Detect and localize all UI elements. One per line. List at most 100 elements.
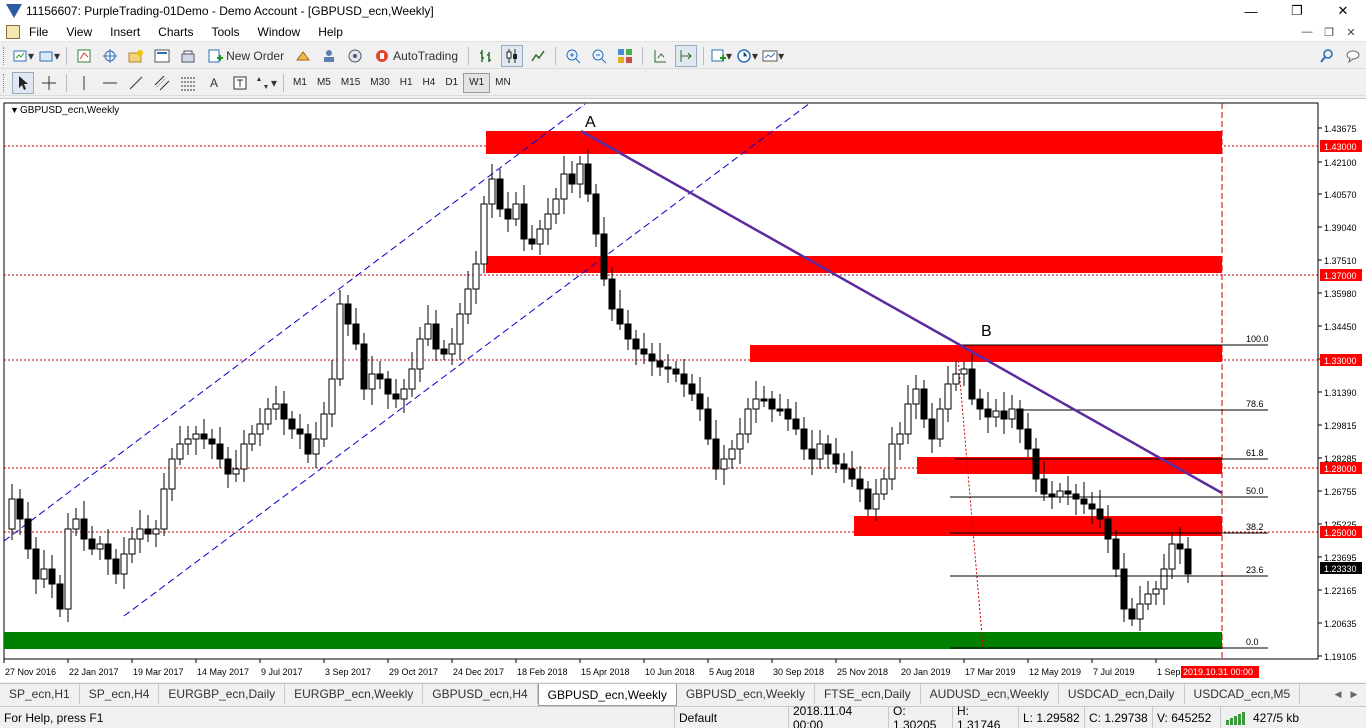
- tab-ftse-daily[interactable]: FTSE_ecn,Daily: [815, 684, 921, 704]
- candle-body: [1120, 568, 1128, 610]
- tab-usdcad-m5[interactable]: USDCAD_ecn,M5: [1185, 684, 1301, 704]
- arrows-button[interactable]: ▾: [255, 72, 277, 94]
- navigator-button[interactable]: [125, 45, 147, 67]
- timeframe-h4[interactable]: H4: [418, 73, 441, 93]
- timeframe-m30[interactable]: M30: [365, 73, 394, 93]
- line-chart-button[interactable]: [527, 45, 549, 67]
- menu-insert[interactable]: Insert: [101, 25, 149, 39]
- radio-button-tool[interactable]: [344, 45, 366, 67]
- child-restore-icon[interactable]: ❐: [1318, 26, 1340, 39]
- channel-upper-line[interactable]: [3, 103, 586, 542]
- resistance-zone-143000[interactable]: [486, 131, 1222, 154]
- tab-scroll-left-icon[interactable]: ◀: [1330, 686, 1346, 702]
- market-watch-button[interactable]: [73, 45, 95, 67]
- resistance-zone-137000[interactable]: [486, 256, 1222, 273]
- candle-body: [1096, 508, 1104, 520]
- profiles-button[interactable]: ▾: [38, 45, 60, 67]
- radio-icon: [348, 49, 362, 62]
- chat-button[interactable]: [1342, 45, 1364, 67]
- strategy-tester-button[interactable]: [177, 45, 199, 67]
- trendline-button[interactable]: [125, 72, 147, 94]
- data-window-button[interactable]: [99, 45, 121, 67]
- zoom-in-button[interactable]: [562, 45, 584, 67]
- tab-sp-h4[interactable]: SP_ecn,H4: [80, 684, 160, 704]
- candle-body: [920, 388, 928, 420]
- timeframe-m15[interactable]: M15: [336, 73, 365, 93]
- candle-body: [240, 443, 248, 470]
- new-chart-icon: [13, 50, 27, 61]
- candle-body: [512, 203, 520, 220]
- horizontal-line-button[interactable]: [99, 72, 121, 94]
- menu-window[interactable]: Window: [249, 25, 310, 39]
- price-chart[interactable]: 100.0 78.6 61.8 50.0 38.2 23.6 0.0 A B ▼ GBPUS…: [0, 99, 1366, 683]
- chart-window-icon[interactable]: [6, 24, 20, 39]
- timeframe-mn[interactable]: MN: [490, 73, 516, 93]
- zoom-out-button[interactable]: [588, 45, 610, 67]
- menu-tools[interactable]: Tools: [203, 25, 249, 39]
- resistance-zone-128000[interactable]: [917, 457, 1222, 474]
- search-button[interactable]: [1316, 45, 1338, 67]
- chart-shift-button[interactable]: [649, 45, 671, 67]
- timeframe-m5[interactable]: M5: [312, 73, 336, 93]
- candle-body: [144, 528, 152, 535]
- tab-gbpusd-weekly[interactable]: GBPUSD_ecn,Weekly: [677, 684, 815, 704]
- minimize-button[interactable]: —: [1228, 0, 1274, 22]
- timeframe-d1[interactable]: D1: [440, 73, 463, 93]
- timeframe-m1[interactable]: M1: [288, 73, 312, 93]
- candle-body: [152, 528, 160, 535]
- metaeditor-button[interactable]: [292, 45, 314, 67]
- channel-button[interactable]: [151, 72, 173, 94]
- fibonacci-button[interactable]: [177, 72, 199, 94]
- new-chart-button[interactable]: ▾: [12, 45, 34, 67]
- connection-bars-icon: [1226, 711, 1245, 725]
- terminal-button[interactable]: [151, 45, 173, 67]
- tab-audusd-weekly[interactable]: AUDUSD_ecn,Weekly: [921, 684, 1059, 704]
- candle-body: [200, 433, 208, 440]
- vertical-line-button[interactable]: [73, 72, 95, 94]
- autotrading-button[interactable]: AutoTrading: [370, 45, 462, 67]
- text-button[interactable]: A: [203, 72, 225, 94]
- menu-bar: File View Insert Charts Tools Window Hel…: [0, 22, 1366, 42]
- child-close-icon[interactable]: ✕: [1340, 26, 1362, 39]
- chart-window[interactable]: 100.0 78.6 61.8 50.0 38.2 23.6 0.0 A B ▼ GBPUS…: [0, 98, 1366, 682]
- status-open: O: 1.30205: [888, 704, 952, 728]
- indicators-button[interactable]: ▾: [710, 45, 732, 67]
- channel-lower-line[interactable]: [123, 102, 811, 617]
- menu-help[interactable]: Help: [309, 25, 352, 39]
- crosshair-button[interactable]: [38, 72, 60, 94]
- menu-view[interactable]: View: [57, 25, 101, 39]
- menu-file[interactable]: File: [20, 25, 57, 39]
- candle-body: [160, 488, 168, 530]
- support-zone[interactable]: [4, 632, 1222, 649]
- timeframe-w1[interactable]: W1: [463, 72, 491, 93]
- timeframe-h1[interactable]: H1: [395, 73, 418, 93]
- bar-chart-button[interactable]: [475, 45, 497, 67]
- tab-gbpusd-h4[interactable]: GBPUSD_ecn,H4: [423, 684, 538, 704]
- candle-body: [1056, 490, 1064, 498]
- tile-windows-button[interactable]: [614, 45, 636, 67]
- templates-button[interactable]: ▾: [762, 45, 784, 67]
- periods-button[interactable]: ▾: [736, 45, 758, 67]
- tab-scroll-right-icon[interactable]: ▶: [1346, 686, 1362, 702]
- status-help: For Help, press F1: [4, 710, 104, 725]
- tab-sp-h1[interactable]: SP_ecn,H1: [0, 684, 80, 704]
- cursor-button[interactable]: [12, 71, 34, 94]
- candle-body: [256, 423, 264, 435]
- autoscroll-button[interactable]: [675, 44, 698, 67]
- menu-charts[interactable]: Charts: [149, 25, 202, 39]
- toolbar-grip: [3, 46, 6, 65]
- child-minimize-icon[interactable]: —: [1296, 26, 1318, 38]
- close-button[interactable]: ✕: [1320, 0, 1366, 22]
- restore-button[interactable]: ❐: [1274, 0, 1320, 22]
- window-title: 11156607: PurpleTrading-01Demo - Demo Ac…: [26, 4, 434, 18]
- tab-usdcad-daily[interactable]: USDCAD_ecn,Daily: [1059, 684, 1185, 704]
- candle-body: [1016, 408, 1024, 430]
- tab-gbpusd-weekly-active[interactable]: GBPUSD_ecn,Weekly: [537, 684, 677, 706]
- candle-body: [392, 393, 400, 400]
- text-label-button[interactable]: [229, 72, 251, 94]
- tab-eurgbp-weekly[interactable]: EURGBP_ecn,Weekly: [285, 684, 424, 704]
- signals-button[interactable]: [318, 45, 340, 67]
- new-order-button[interactable]: New Order: [203, 45, 288, 67]
- tab-eurgbp-daily[interactable]: EURGBP_ecn,Daily: [159, 684, 286, 704]
- candlestick-button[interactable]: [501, 44, 524, 67]
